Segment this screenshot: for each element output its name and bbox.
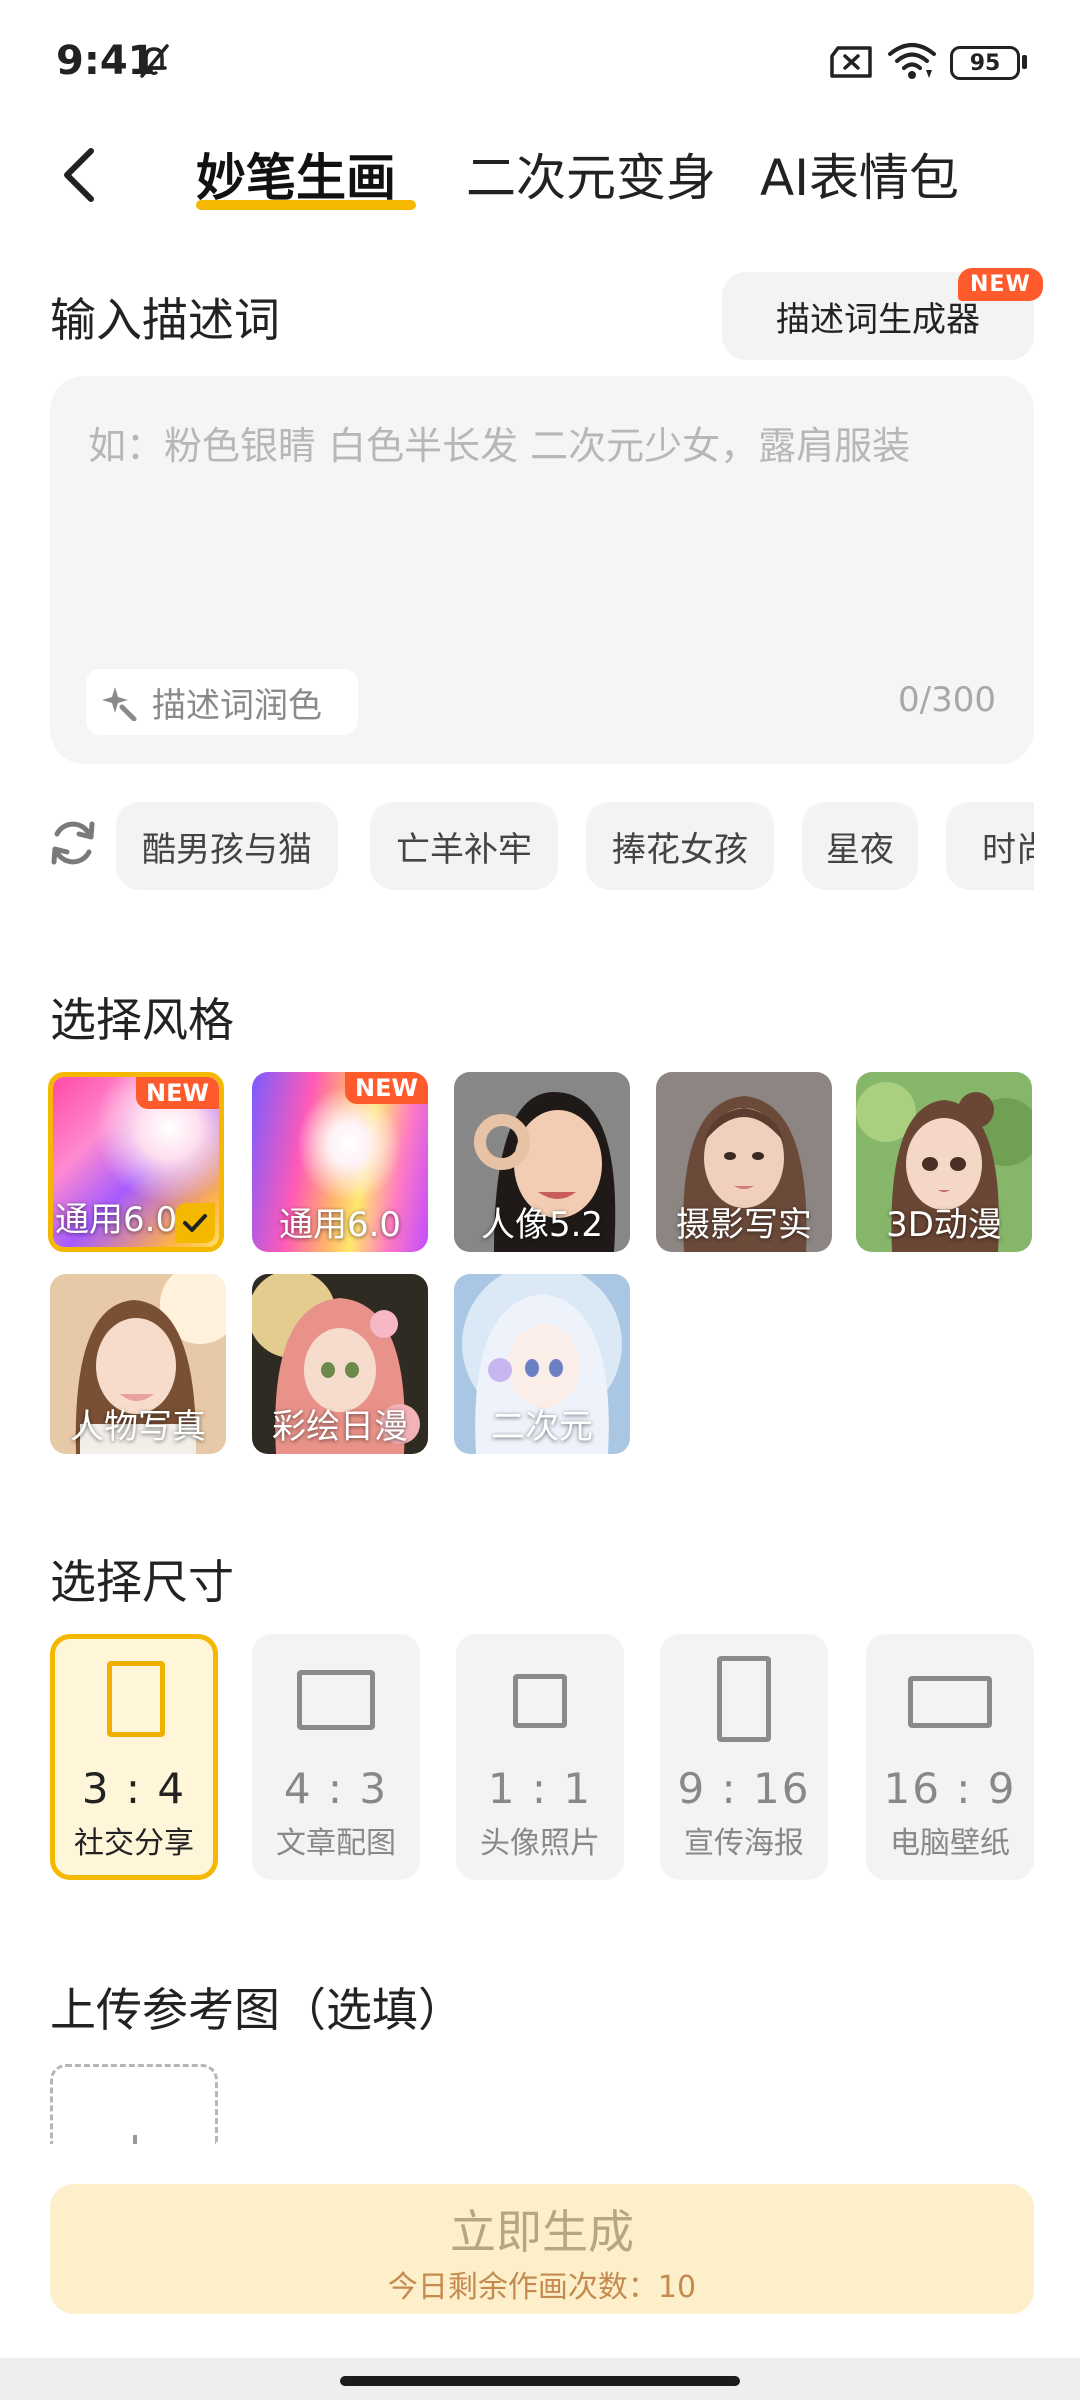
char-counter: 0/300 (898, 680, 996, 720)
wide-ratio-icon (908, 1676, 992, 1728)
suggestion-chip[interactable]: 时尚 (946, 802, 1034, 890)
style-label: 彩绘日漫 (272, 1407, 408, 1447)
size-1-1[interactable]: 1 : 1 头像照片 (456, 1634, 624, 1880)
new-badge: NEW (345, 1072, 428, 1104)
size-ratio: 4 : 3 (283, 1764, 389, 1813)
plus-icon (133, 2135, 137, 2144)
remaining-count: 今日剩余作画次数：10 (387, 2270, 697, 2305)
style-3d-anime[interactable]: 3D动漫 (856, 1072, 1032, 1252)
style-portrait-5-2[interactable]: 人像5.2 (454, 1072, 630, 1252)
suggestion-chip[interactable]: 亡羊补牢 (370, 802, 558, 890)
size-ratio: 16 : 9 (883, 1764, 1017, 1813)
tab-bar: 妙笔生画 二次元变身 AI表情包 (0, 138, 1080, 218)
size-desc: 宣传海报 (684, 1826, 804, 1861)
new-badge: NEW (136, 1077, 219, 1109)
sparkle-icon (102, 687, 137, 721)
battery-level: 95 (969, 50, 1001, 76)
status-bar: 9:41 95 (0, 0, 1080, 120)
style-anime[interactable]: 二次元 (454, 1274, 630, 1454)
suggestion-chip[interactable]: 星夜 (802, 802, 918, 890)
size-4-3[interactable]: 4 : 3 文章配图 (252, 1634, 420, 1880)
size-9-16[interactable]: 9 : 16 宣传海报 (660, 1634, 828, 1880)
size-desc: 社交分享 (74, 1826, 194, 1861)
style-label: 二次元 (491, 1407, 593, 1447)
upload-reference-image[interactable] (50, 2064, 218, 2144)
size-desc: 电脑壁纸 (890, 1826, 1010, 1861)
style-label: 摄影写实 (676, 1205, 812, 1245)
style-label: 3D动漫 (886, 1205, 1002, 1245)
tab-anime-transform[interactable]: 二次元变身 (466, 138, 716, 210)
size-desc: 文章配图 (276, 1826, 396, 1861)
generate-label: 立即生成 (450, 2205, 634, 2259)
square-ratio-icon (513, 1674, 567, 1728)
upload-section-title: 上传参考图（选填） (50, 1983, 464, 2037)
bell-off-icon (140, 44, 169, 78)
prompt-input[interactable]: 如：粉色银睛 白色半长发 二次元少女，露肩服装 描述词润色 0/300 (50, 376, 1034, 764)
size-ratio: 1 : 1 (487, 1764, 593, 1813)
style-general-6[interactable]: NEW 通用6.0 (252, 1072, 428, 1252)
polish-label: 描述词润色 (152, 685, 322, 726)
battery-tip (1022, 55, 1027, 69)
refresh-icon[interactable] (46, 816, 100, 870)
landscape-ratio-icon (297, 1670, 375, 1730)
wifi-icon (888, 43, 936, 79)
sim-off-icon (830, 46, 872, 78)
style-general-6-selected[interactable]: NEW 通用6.0 (48, 1072, 224, 1252)
suggestion-chip[interactable]: 捧花女孩 (586, 802, 774, 890)
polish-button[interactable]: 描述词润色 (86, 669, 358, 735)
style-label: 人像5.2 (480, 1205, 604, 1245)
style-painted-manga[interactable]: 彩绘日漫 (252, 1274, 428, 1454)
size-3-4[interactable]: 3 : 4 社交分享 (50, 1634, 218, 1880)
active-tab-indicator (196, 200, 416, 210)
suggestion-chip[interactable]: 酷男孩与猫 (116, 802, 338, 890)
suggestion-chips: 酷男孩与猫 亡羊补牢 捧花女孩 星夜 时尚 (116, 802, 1034, 892)
size-16-9[interactable]: 16 : 9 电脑壁纸 (866, 1634, 1034, 1880)
tab-ai-stickers[interactable]: AI表情包 (760, 138, 959, 210)
size-ratio: 9 : 16 (677, 1764, 811, 1813)
tall-ratio-icon (717, 1656, 771, 1742)
style-label: 通用6.0 (278, 1205, 402, 1245)
new-badge: NEW (958, 268, 1043, 301)
style-label: 人物写真 (70, 1407, 206, 1447)
size-desc: 头像照片 (480, 1826, 600, 1861)
style-section-title: 选择风格 (50, 993, 234, 1047)
portrait-ratio-icon (107, 1661, 165, 1737)
battery-indicator: 95 (950, 46, 1020, 80)
style-photo-realistic[interactable]: 摄影写实 (656, 1072, 832, 1252)
prompt-section-title: 输入描述词 (50, 293, 280, 347)
generate-button[interactable]: 立即生成 今日剩余作画次数：10 (50, 2184, 1034, 2314)
size-ratio: 3 : 4 (81, 1764, 187, 1813)
prompt-placeholder: 如：粉色银睛 白色半长发 二次元少女，露肩服装 (88, 424, 911, 468)
style-portrait-photo[interactable]: 人物写真 (50, 1274, 226, 1454)
size-section-title: 选择尺寸 (50, 1555, 234, 1609)
home-indicator[interactable] (340, 2376, 740, 2386)
check-icon (175, 1203, 215, 1243)
